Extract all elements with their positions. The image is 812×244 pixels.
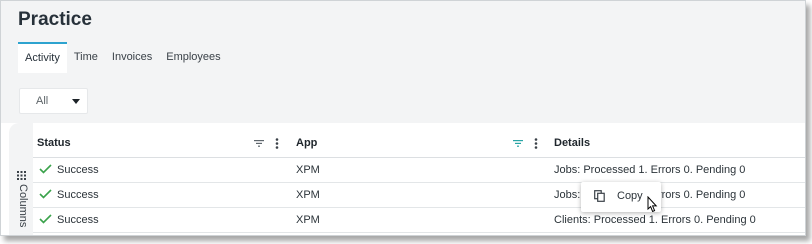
tab-employees[interactable]: Employees (159, 42, 227, 73)
check-icon (39, 164, 52, 174)
status-filter-dropdown[interactable]: All (19, 88, 88, 114)
caret-down-icon (72, 99, 80, 104)
filter-toolbar (1, 73, 805, 123)
column-header-status[interactable]: Status (37, 137, 71, 149)
status-cell: Success (57, 164, 99, 176)
columns-label: Columns (17, 184, 29, 228)
mouse-cursor-icon (647, 196, 658, 213)
app-cell: XPM (296, 164, 320, 176)
check-icon (39, 214, 52, 224)
table-row[interactable]: Success XPM Jobs: Processed 1. Errors 0.… (33, 183, 805, 208)
column-header-details[interactable]: Details (554, 137, 590, 149)
tab-activity[interactable]: Activity (18, 42, 67, 73)
grid-icon (17, 171, 26, 180)
tab-time[interactable]: Time (67, 42, 105, 73)
tab-bar: Activity Time Invoices Employees (18, 42, 228, 73)
page-header: Practice Activity Time Invoices Employee… (1, 1, 805, 73)
app-window: Practice Activity Time Invoices Employee… (0, 0, 806, 236)
tab-invoices[interactable]: Invoices (105, 42, 159, 73)
filter-active-icon[interactable] (513, 140, 523, 147)
app-cell: XPM (296, 214, 320, 226)
table-row[interactable]: Success XPM Jobs: Processed 1. Errors 0.… (33, 158, 805, 183)
column-header-app[interactable]: App (296, 137, 317, 149)
details-cell: Clients: Processed 1. Errors 0. Pending … (554, 214, 756, 226)
copy-menu-item[interactable]: Copy (617, 190, 643, 202)
check-icon (39, 189, 52, 199)
status-cell: Success (57, 189, 99, 201)
activity-grid: Status App Details Success XPM Jobs: Pro… (33, 123, 805, 235)
table-row[interactable]: Success XPM Clients: Processed 1. Errors… (33, 208, 805, 233)
status-filter-value: All (36, 95, 49, 107)
copy-icon (594, 190, 605, 202)
kebab-menu-icon[interactable] (275, 138, 279, 149)
status-cell: Success (57, 214, 99, 226)
details-cell: Jobs: Processed 1. Errors 0. Pending 0 (554, 164, 746, 176)
page-title: Practice (18, 9, 92, 30)
columns-panel-toggle[interactable]: Columns (9, 123, 34, 235)
filter-icon[interactable] (254, 140, 264, 147)
kebab-menu-icon[interactable] (534, 138, 538, 149)
app-cell: XPM (296, 189, 320, 201)
grid-header: Status App Details (33, 123, 805, 158)
